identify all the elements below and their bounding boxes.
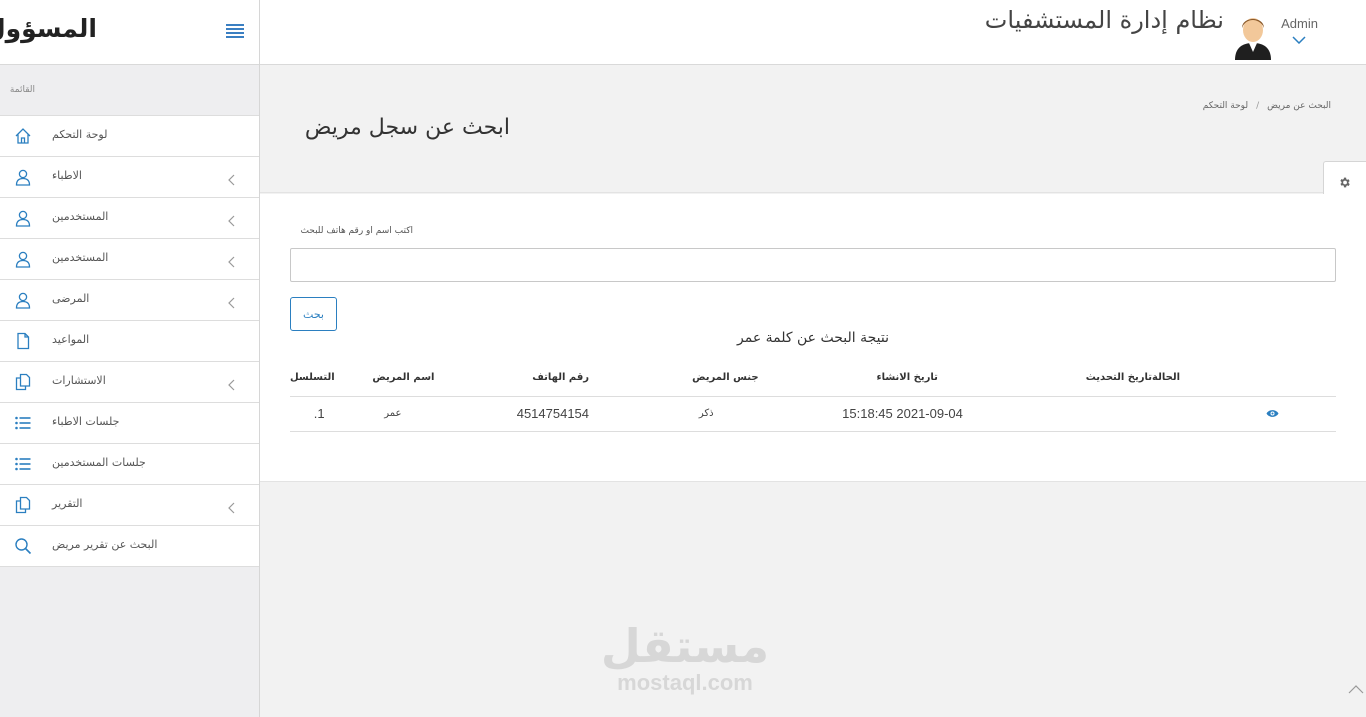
page-title: ابحث عن سجل مريض	[304, 115, 510, 140]
chevron-left-icon	[228, 294, 235, 309]
site-title: نظام إدارة المستشفيات	[984, 6, 1224, 34]
chevron-down-icon[interactable]	[1292, 36, 1306, 44]
column-header: التسلسل	[290, 360, 347, 397]
scroll-up-icon[interactable]	[1348, 684, 1364, 694]
sidebar-item[interactable]: المستخدمين	[0, 198, 259, 239]
created-cell: 2021-09-04 15:18:45	[788, 396, 963, 432]
column-header: تاريخ الانشاء	[788, 360, 963, 397]
sidebar: المسؤول القائمة لوحة التحكم الاطباء المستخ…	[0, 0, 260, 717]
table-row: 2021-09-04 15:18:45 ذكر 4514754154 عمر 1…	[290, 396, 1336, 432]
status-cell	[1152, 396, 1336, 432]
user-icon	[14, 168, 32, 186]
copy-icon	[14, 496, 32, 514]
search-icon	[14, 537, 32, 555]
column-header: جنس المريض	[614, 360, 789, 397]
search-input[interactable]	[290, 248, 1336, 282]
chevron-left-icon	[228, 499, 235, 514]
name-cell: عمر	[346, 396, 445, 432]
search-button[interactable]: بحث	[290, 297, 337, 331]
result-title: نتيجة البحث عن كلمة عمر	[737, 330, 889, 346]
sidebar-item[interactable]: التقرير	[0, 485, 259, 526]
eye-icon[interactable]	[1266, 407, 1279, 421]
list-icon	[14, 414, 32, 432]
breadcrumb-item[interactable]: لوحة التحكم	[1203, 101, 1248, 111]
sidebar-item-label: المواعيد	[52, 333, 90, 346]
sidebar-item-label: البحث عن تقرير مريض	[52, 538, 158, 551]
sidebar-item-label: المستخدمين	[52, 251, 109, 264]
chevron-left-icon	[228, 253, 235, 268]
user-icon	[14, 291, 32, 309]
list-icon	[14, 455, 32, 473]
sidebar-item[interactable]: المستخدمين	[0, 239, 259, 280]
sidebar-item-label: لوحة التحكم	[52, 128, 108, 141]
user-name[interactable]: Admin	[1281, 16, 1318, 31]
sidebar-item[interactable]: الاستشارات	[0, 362, 259, 403]
column-header: اسم المريض	[346, 360, 445, 397]
results-table: الحالة تاريخ التحديث تاريخ الانشاء جنس ا…	[290, 360, 1336, 432]
table-header-row: الحالة تاريخ التحديث تاريخ الانشاء جنس ا…	[290, 360, 1336, 397]
sidebar-item[interactable]: البحث عن تقرير مريض	[0, 526, 259, 567]
column-header: تاريخ التحديث	[962, 360, 1153, 397]
home-icon	[14, 127, 32, 145]
user-icon	[14, 250, 32, 268]
seq-cell: 1.	[290, 396, 347, 432]
sidebar-menu: لوحة التحكم الاطباء المستخدمين المستخدمين ال…	[0, 115, 259, 567]
sidebar-item[interactable]: لوحة التحكم	[0, 116, 259, 157]
gear-icon	[1340, 177, 1350, 188]
updated-cell	[962, 396, 1153, 432]
sidebar-item-label: التقرير	[52, 497, 83, 510]
sidebar-header: المسؤول	[0, 0, 259, 65]
sidebar-title: المسؤول	[0, 14, 97, 43]
copy-icon	[14, 373, 32, 391]
user-icon	[14, 209, 32, 227]
user-avatar[interactable]	[1232, 10, 1274, 60]
watermark-logo: مستقل mostaql.com	[600, 620, 770, 694]
sidebar-item[interactable]: الاطباء	[0, 157, 259, 198]
breadcrumb-item[interactable]: البحث عن مريض	[1267, 101, 1331, 111]
search-panel: اكتب اسم او رقم هاتف للبحث بحث نتيجة الب…	[260, 194, 1366, 482]
watermark-arabic: مستقل	[600, 619, 770, 673]
sidebar-item-label: المستخدمين	[52, 210, 109, 223]
sidebar-item-label: المرضى	[52, 292, 90, 305]
watermark-english: mostaql.com	[617, 670, 753, 695]
top-header: نظام إدارة المستشفيات Admin	[260, 0, 1366, 65]
sidebar-item[interactable]: المواعيد	[0, 321, 259, 362]
sidebar-item[interactable]: المرضى	[0, 280, 259, 321]
chevron-left-icon	[228, 376, 235, 391]
sidebar-item-label: جلسات المستخدمين	[52, 456, 146, 469]
menu-toggle-icon[interactable]	[226, 24, 244, 38]
page-header: ابحث عن سجل مريض البحث عن مريض/لوحة التح…	[260, 65, 1366, 203]
column-header: رقم الهاتف	[444, 360, 615, 397]
sidebar-item-label: الاستشارات	[52, 374, 106, 387]
gender-cell: ذكر	[614, 396, 789, 432]
sidebar-caption-text: القائمة	[9, 85, 35, 95]
search-label: اكتب اسم او رقم هاتف للبحث	[300, 226, 413, 236]
sidebar-item-label: جلسات الاطباء	[52, 415, 120, 428]
document-icon	[14, 332, 32, 350]
phone-cell: 4514754154	[444, 396, 615, 432]
breadcrumb: البحث عن مريض/لوحة التحكم	[1202, 101, 1331, 111]
sidebar-item[interactable]: جلسات الاطباء	[0, 403, 259, 444]
chevron-left-icon	[228, 171, 235, 186]
sidebar-caption: القائمة	[0, 65, 259, 115]
column-header: الحالة	[1152, 360, 1336, 397]
sidebar-item-label: الاطباء	[52, 169, 82, 182]
sidebar-item[interactable]: جلسات المستخدمين	[0, 444, 259, 485]
chevron-left-icon	[228, 212, 235, 227]
